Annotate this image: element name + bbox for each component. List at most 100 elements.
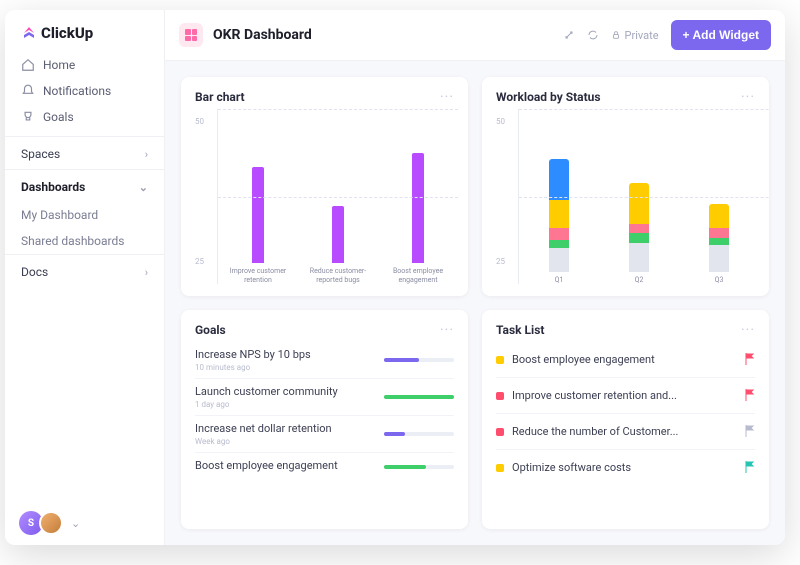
bar-segment — [709, 204, 729, 228]
bar-segment — [549, 159, 569, 200]
task-row[interactable]: Reduce the number of Customer... — [496, 414, 755, 450]
bar-segment — [629, 243, 649, 272]
bar-group: Q1 — [519, 159, 599, 284]
section-dashboards[interactable]: Dashboards ⌄ — [5, 169, 164, 202]
task-row[interactable]: Boost employee engagement — [496, 342, 755, 378]
status-dot — [496, 392, 504, 400]
refresh-button[interactable] — [587, 29, 599, 41]
bar-label: Improve customer retention — [218, 267, 298, 284]
bar — [332, 206, 344, 264]
bar-segment — [629, 183, 649, 224]
section-docs-label: Docs — [21, 265, 48, 279]
brand-logo: ClickUp — [5, 10, 164, 52]
goal-name: Increase net dollar retention — [195, 422, 332, 435]
tasks-list: Boost employee engagement Improve custome… — [496, 342, 755, 485]
task-name: Boost employee engagement — [512, 353, 737, 366]
home-icon — [21, 58, 35, 72]
card-goals-title: Goals — [195, 323, 226, 337]
card-workload-title: Workload by Status — [496, 90, 601, 104]
sidebar-item-my-dashboard[interactable]: My Dashboard — [5, 202, 164, 228]
goal-time: Week ago — [195, 437, 332, 446]
privacy-label: Private — [625, 29, 659, 42]
bar-label: Q3 — [715, 276, 724, 284]
nav-goals[interactable]: Goals — [5, 104, 164, 130]
avatar-other[interactable] — [39, 511, 63, 535]
card-menu-icon[interactable]: ··· — [440, 322, 454, 338]
goal-name: Increase NPS by 10 bps — [195, 348, 311, 361]
status-dot — [496, 356, 504, 364]
page-title: OKR Dashboard — [213, 27, 312, 43]
goal-row[interactable]: Launch customer community 1 day ago — [195, 379, 454, 416]
bar-group: Boost employee engagement — [378, 153, 458, 284]
card-barchart-title: Bar chart — [195, 90, 245, 104]
app-window: ClickUp Home Notifications Goals Spaces … — [5, 10, 785, 545]
barchart-plot: 5025 Improve customer retentionReduce cu… — [195, 109, 454, 284]
task-name: Optimize software costs — [512, 461, 737, 474]
trophy-icon — [21, 110, 35, 124]
bar-label: Boost employee engagement — [378, 267, 458, 284]
y-axis: 5025 — [496, 117, 514, 266]
section-spaces[interactable]: Spaces › — [5, 136, 164, 169]
privacy-toggle[interactable]: Private — [611, 29, 659, 42]
section-dashboards-label: Dashboards — [21, 180, 85, 194]
task-name: Improve customer retention and... — [512, 389, 737, 402]
header-actions: Private + Add Widget — [563, 20, 771, 50]
bar-segment — [549, 248, 569, 272]
card-tasks-title: Task List — [496, 323, 544, 337]
bar-segment — [709, 238, 729, 245]
goal-row[interactable]: Increase NPS by 10 bps 10 minutes ago — [195, 342, 454, 379]
flag-icon[interactable] — [745, 350, 755, 369]
bar-segment — [549, 240, 569, 247]
dashboard-icon — [179, 23, 203, 47]
flag-icon[interactable] — [745, 422, 755, 441]
refresh-icon — [587, 29, 599, 41]
bar-segment — [629, 224, 649, 234]
bar-group: Improve customer retention — [218, 167, 298, 284]
chevron-right-icon: › — [145, 148, 148, 161]
card-tasks: Task List ··· Boost employee engagement I… — [482, 310, 769, 529]
expand-button[interactable] — [563, 29, 575, 41]
chevron-right-icon: › — [145, 266, 148, 279]
brand-name: ClickUp — [41, 24, 93, 42]
y-axis: 5025 — [195, 117, 213, 266]
card-menu-icon[interactable]: ··· — [741, 322, 755, 338]
cards-grid: Bar chart ··· 5025 Improve customer rete… — [165, 61, 785, 545]
nav-notifications-label: Notifications — [43, 84, 111, 98]
task-row[interactable]: Optimize software costs — [496, 450, 755, 485]
goal-time: 1 day ago — [195, 400, 338, 409]
nav-home[interactable]: Home — [5, 52, 164, 78]
bar-group: Reduce customer-reported bugs — [298, 206, 378, 284]
flag-icon[interactable] — [745, 458, 755, 477]
goal-name: Launch customer community — [195, 385, 338, 398]
sidebar-footer: S ⌄ — [5, 501, 164, 545]
bar-group: Q4 — [759, 178, 769, 284]
card-menu-icon[interactable]: ··· — [741, 89, 755, 105]
nav-notifications[interactable]: Notifications — [5, 78, 164, 104]
goal-time: 10 minutes ago — [195, 363, 311, 372]
card-barchart: Bar chart ··· 5025 Improve customer rete… — [181, 77, 468, 296]
chevron-down-icon[interactable]: ⌄ — [71, 517, 80, 530]
goal-name: Boost employee engagement — [195, 459, 338, 472]
add-widget-button[interactable]: + Add Widget — [671, 20, 771, 50]
workload-plot: 5025 Q1Q2Q3Q4 — [496, 109, 755, 284]
header: OKR Dashboard Private + Add Widget — [165, 10, 785, 61]
card-menu-icon[interactable]: ··· — [440, 89, 454, 105]
bar-label: Reduce customer-reported bugs — [298, 267, 378, 284]
sidebar-item-shared-dashboards[interactable]: Shared dashboards — [5, 228, 164, 254]
task-row[interactable]: Improve customer retention and... — [496, 378, 755, 414]
flag-icon[interactable] — [745, 386, 755, 405]
bar-group: Q3 — [679, 204, 759, 284]
goal-progress — [384, 432, 454, 436]
expand-icon — [563, 29, 575, 41]
chevron-down-icon: ⌄ — [139, 181, 148, 194]
goal-row[interactable]: Boost employee engagement — [195, 453, 454, 480]
bar-label: Q1 — [555, 276, 564, 284]
nav-home-label: Home — [43, 58, 75, 72]
bar-segment — [549, 228, 569, 240]
section-docs[interactable]: Docs › — [5, 254, 164, 287]
sidebar: ClickUp Home Notifications Goals Spaces … — [5, 10, 165, 545]
bell-icon — [21, 84, 35, 98]
stacked-bar — [549, 159, 569, 272]
goal-progress — [384, 358, 454, 362]
goal-row[interactable]: Increase net dollar retention Week ago — [195, 416, 454, 453]
